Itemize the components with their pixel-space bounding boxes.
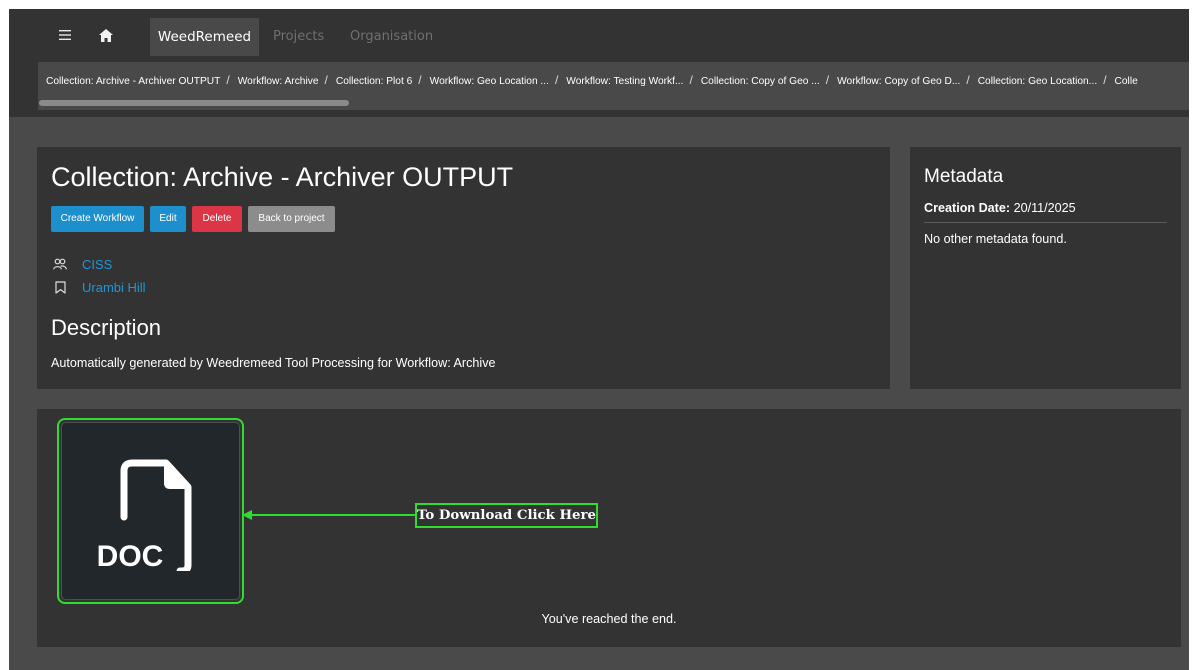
- nav-tab-organisation[interactable]: Organisation: [338, 18, 445, 56]
- download-hint-label[interactable]: To Download Click Here: [415, 503, 598, 528]
- breadcrumb-item[interactable]: Collection: Plot 6: [328, 76, 412, 87]
- end-of-list-text: You've reached the end.: [541, 612, 677, 626]
- files-card: DOC To Download Click Here You've reache…: [37, 409, 1181, 647]
- breadcrumb-item[interactable]: Colle: [1107, 76, 1138, 87]
- organisation-link-row[interactable]: CISS: [51, 255, 112, 273]
- collection-card: Collection: Archive - Archiver OUTPUT Cr…: [37, 147, 890, 389]
- breadcrumb: Collection: Archive - Archiver OUTPUT / Wo…: [38, 73, 1138, 87]
- doc-file-label: DOC: [97, 540, 164, 571]
- breadcrumb-item[interactable]: Workflow: Geo Location ...: [422, 76, 549, 87]
- metadata-divider: [924, 222, 1167, 223]
- metadata-heading: Metadata: [924, 166, 1004, 187]
- tag-link[interactable]: Urambi Hill: [82, 280, 146, 295]
- breadcrumb-separator: /: [324, 73, 328, 87]
- hamburger-menu-icon[interactable]: [53, 23, 77, 47]
- bookmark-icon: [51, 278, 69, 296]
- doc-file-tile[interactable]: DOC: [61, 422, 240, 600]
- breadcrumb-separator: /: [825, 73, 830, 87]
- description-text: Automatically generated by Weedremeed To…: [51, 356, 496, 370]
- delete-button[interactable]: Delete: [192, 206, 242, 232]
- breadcrumb-separator: /: [554, 73, 559, 87]
- users-icon: [51, 255, 69, 273]
- home-icon[interactable]: [94, 23, 118, 47]
- breadcrumb-item[interactable]: Collection: Copy of Geo ...: [693, 76, 820, 87]
- app-window: WeedRemeed Projects Organisation Collect…: [9, 9, 1189, 670]
- breadcrumb-scrollbar[interactable]: [39, 100, 349, 106]
- creation-date: Creation Date: 20/11/2025: [924, 201, 1076, 215]
- metadata-card: Metadata Creation Date: 20/11/2025 No ot…: [910, 147, 1181, 389]
- breadcrumb-separator: /: [1103, 73, 1107, 87]
- breadcrumb-separator: /: [689, 73, 693, 87]
- description-heading: Description: [51, 315, 162, 340]
- breadcrumb-item[interactable]: Collection: Geo Location...: [970, 76, 1098, 87]
- download-arrow-annotation: [242, 510, 416, 520]
- top-navbar: WeedRemeed Projects Organisation Collect…: [9, 9, 1189, 117]
- breadcrumb-item[interactable]: Workflow: Testing Workf...: [558, 76, 683, 87]
- breadcrumb-separator: /: [966, 73, 970, 87]
- breadcrumb-separator: /: [226, 73, 230, 87]
- breadcrumb-bar: Collection: Archive - Archiver OUTPUT / Wo…: [38, 62, 1189, 110]
- creation-date-value: 20/11/2025: [1013, 201, 1076, 215]
- doc-file-icon: DOC: [97, 459, 192, 571]
- organisation-link[interactable]: CISS: [82, 257, 112, 272]
- nav-tab-projects[interactable]: Projects: [261, 18, 336, 56]
- no-metadata-text: No other metadata found.: [924, 232, 1067, 246]
- page-title: Collection: Archive - Archiver OUTPUT: [51, 162, 514, 192]
- edit-button[interactable]: Edit: [150, 206, 186, 232]
- nav-brand-tab[interactable]: WeedRemeed: [150, 18, 259, 56]
- creation-date-label: Creation Date:: [924, 201, 1011, 215]
- tag-link-row[interactable]: Urambi Hill: [51, 278, 146, 296]
- breadcrumb-item[interactable]: Workflow: Archive: [230, 76, 319, 87]
- breadcrumb-item[interactable]: Collection: Archive - Archiver OUTPUT: [38, 76, 220, 87]
- create-workflow-button[interactable]: Create Workflow: [51, 206, 144, 232]
- breadcrumb-separator: /: [418, 73, 422, 87]
- breadcrumb-item[interactable]: Workflow: Copy of Geo D...: [829, 76, 960, 87]
- back-to-project-button[interactable]: Back to project: [248, 206, 335, 232]
